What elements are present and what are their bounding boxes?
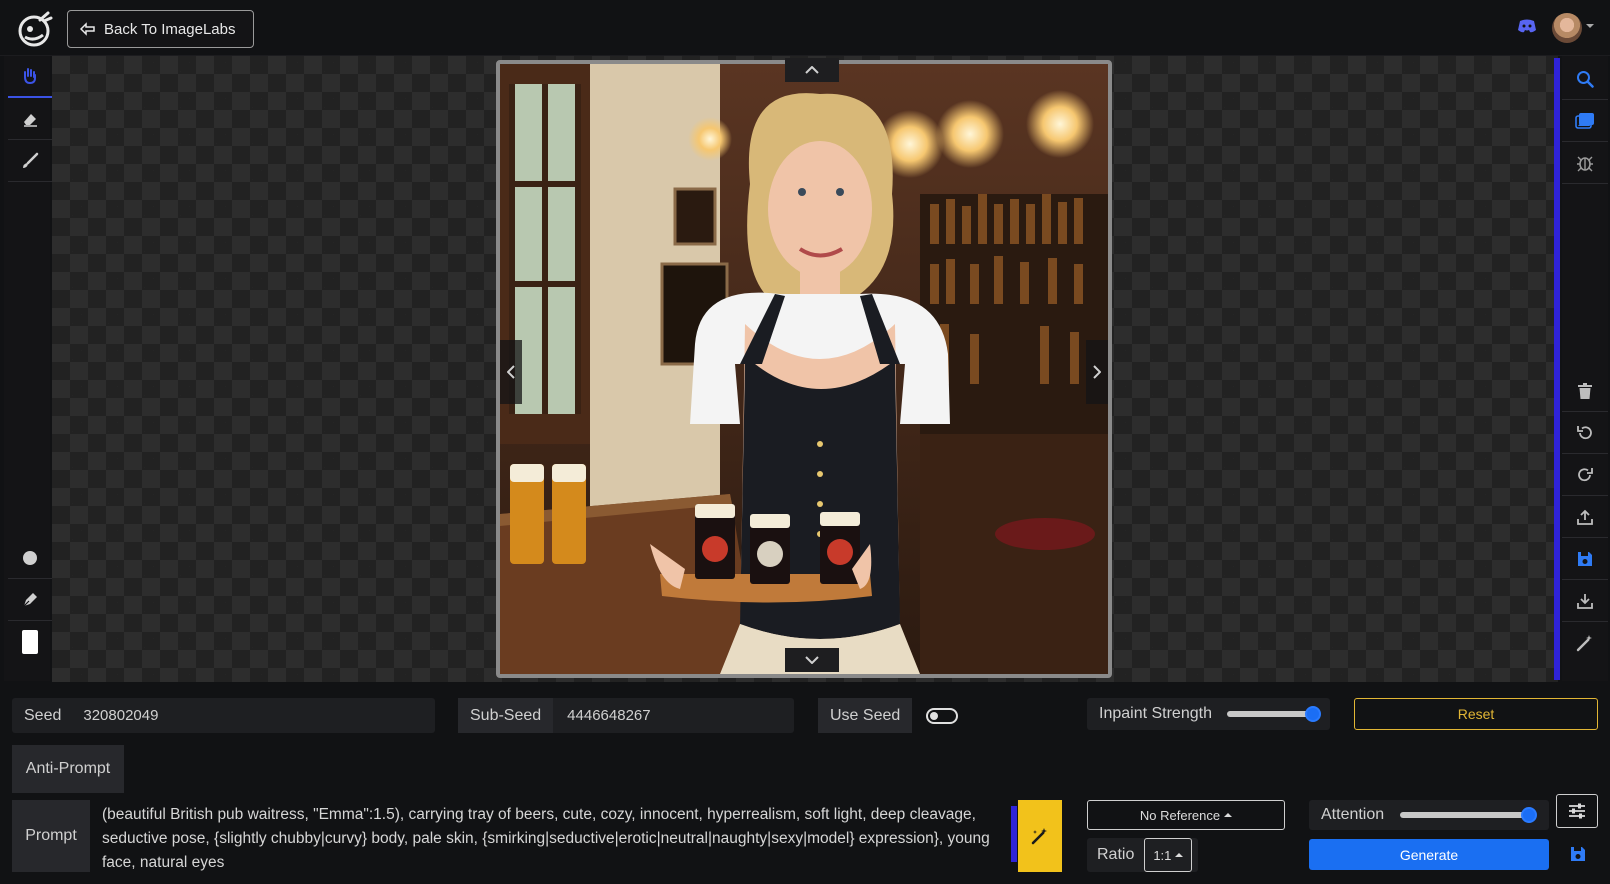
ratio-value: 1:1 <box>1153 847 1172 863</box>
back-to-imagelabs-button[interactable]: Back To ImageLabs <box>67 10 254 48</box>
chevron-right-icon <box>1093 365 1101 379</box>
trash-icon <box>1578 382 1592 399</box>
image-nav-up-button[interactable] <box>785 58 839 82</box>
reference-dropdown[interactable]: No Reference <box>1087 800 1285 830</box>
download-button[interactable] <box>1562 580 1608 622</box>
undo-icon <box>1577 425 1593 441</box>
discord-icon[interactable] <box>1517 18 1537 34</box>
delete-button[interactable] <box>1562 370 1608 412</box>
sliders-icon <box>1568 803 1586 819</box>
color-swatch-icon <box>22 630 38 654</box>
subseed-label: Sub-Seed <box>458 698 554 733</box>
circle-icon <box>22 550 38 566</box>
inpaint-strength-label: Inpaint Strength <box>1099 705 1212 722</box>
gallery-icon <box>1575 112 1595 130</box>
search-button[interactable] <box>1562 58 1608 100</box>
subseed-field[interactable]: Sub-Seed 4446648267 <box>458 698 794 733</box>
use-seed-label: Use Seed <box>818 698 913 733</box>
use-seed-toggle[interactable] <box>926 707 959 724</box>
brush-size-button[interactable] <box>8 537 52 579</box>
hand-icon <box>21 67 39 85</box>
back-hand-icon <box>80 22 96 36</box>
chevron-up-icon <box>805 66 819 74</box>
hand-tool-button[interactable] <box>8 56 52 98</box>
anti-prompt-field[interactable]: Anti-Prompt <box>12 745 1061 793</box>
save-icon <box>1577 551 1593 567</box>
magic-wand-button[interactable] <box>1562 622 1608 664</box>
generated-image[interactable] <box>496 60 1112 678</box>
chevron-left-icon <box>507 365 515 379</box>
settings-button[interactable] <box>1556 794 1598 828</box>
attention-slider[interactable] <box>1400 812 1532 818</box>
save-settings-button[interactable] <box>1570 846 1586 862</box>
subseed-value[interactable]: 4446648267 <box>553 707 650 724</box>
use-seed-field: Use Seed <box>818 698 1061 733</box>
reference-label: No Reference <box>1139 807 1221 823</box>
magic-wand-icon <box>1576 634 1594 652</box>
save-button[interactable] <box>1562 538 1608 580</box>
caret-down-icon[interactable] <box>1586 24 1594 28</box>
app-logo-icon[interactable] <box>16 10 54 48</box>
redo-icon <box>1577 467 1593 483</box>
inpaint-strength-knob[interactable] <box>1304 706 1321 722</box>
seed-label: Seed <box>24 706 62 724</box>
gallery-button[interactable] <box>1562 100 1608 142</box>
back-button-label: Back To ImageLabs <box>104 20 236 38</box>
reset-button[interactable]: Reset <box>1354 698 1598 730</box>
upload-button[interactable] <box>1562 496 1608 538</box>
right-accent-bar <box>1554 58 1560 680</box>
redo-button[interactable] <box>1562 454 1608 496</box>
user-avatar[interactable] <box>1552 13 1582 43</box>
debug-button[interactable] <box>1562 142 1608 184</box>
magic-wand-icon <box>1031 827 1049 845</box>
seed-value[interactable]: 320802049 <box>73 707 158 724</box>
image-nav-right-button[interactable] <box>1086 340 1108 404</box>
right-toolbar <box>1562 56 1608 681</box>
top-bar: Back To ImageLabs <box>0 0 1610 56</box>
attention-label: Attention <box>1321 806 1385 823</box>
image-nav-down-button[interactable] <box>785 648 839 672</box>
anti-prompt-label: Anti-Prompt <box>12 745 124 793</box>
ratio-control: Ratio 1:1 <box>1087 838 1198 872</box>
save-icon <box>1570 846 1586 862</box>
prompt-input[interactable]: (beautiful British pub waitress, "Emma":… <box>92 800 1010 872</box>
enhance-prompt-button[interactable] <box>1018 800 1062 872</box>
magic-accent-bar <box>1011 806 1017 862</box>
download-icon <box>1577 593 1593 609</box>
prompt-label: Prompt <box>12 800 90 872</box>
undo-button[interactable] <box>1562 412 1608 454</box>
inpaint-strength-slider[interactable] <box>1227 711 1317 717</box>
anti-prompt-input[interactable] <box>124 745 1061 793</box>
eraser-tool-button[interactable] <box>8 98 52 140</box>
ratio-label: Ratio <box>1097 846 1135 863</box>
search-icon <box>1576 70 1594 88</box>
caret-up-icon <box>1224 813 1233 817</box>
color-swatch-button[interactable] <box>8 621 52 663</box>
image-nav-left-button[interactable] <box>500 340 522 404</box>
caret-up-icon <box>1175 853 1184 857</box>
chevron-down-icon <box>805 656 819 664</box>
brush-icon <box>21 152 39 170</box>
brush-tool-button[interactable] <box>8 140 52 182</box>
seed-field[interactable]: Seed 320802049 <box>12 698 435 733</box>
ratio-dropdown[interactable]: 1:1 <box>1144 838 1193 872</box>
bug-icon <box>1577 154 1593 172</box>
pen-icon <box>21 591 39 609</box>
left-toolbar <box>4 56 52 681</box>
upload-icon <box>1577 509 1593 525</box>
eraser-icon <box>21 110 39 128</box>
pen-tool-button[interactable] <box>8 579 52 621</box>
generate-button[interactable]: Generate <box>1309 839 1549 870</box>
